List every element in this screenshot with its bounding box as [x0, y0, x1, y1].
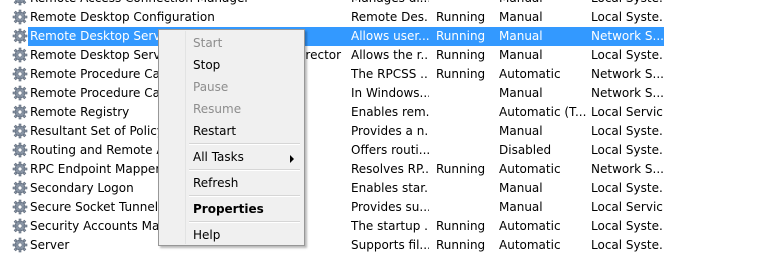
- service-description: Resolves RP...: [351, 162, 429, 176]
- service-row[interactable]: Secondary Logon Enables star... Manual Loca…: [0, 179, 760, 198]
- submenu-arrow-icon: [290, 155, 294, 163]
- service-gear-icon: [12, 218, 28, 234]
- service-log-on-as: Local Syste...: [591, 10, 663, 24]
- service-description: Manages di...: [351, 0, 429, 6]
- service-description: Enables star...: [351, 181, 429, 195]
- service-gear-icon: [12, 66, 28, 82]
- service-description: Remote Des...: [351, 10, 429, 24]
- service-gear-icon: [12, 85, 28, 101]
- service-description: The startup ...: [351, 219, 429, 233]
- service-log-on-as: Local Service: [591, 105, 663, 119]
- service-log-on-as: Local Syste...: [591, 48, 663, 62]
- service-log-on-as: Local Syste...: [591, 238, 663, 252]
- service-gear-icon: [12, 161, 28, 177]
- service-log-on-as: Local Syste...: [591, 219, 663, 233]
- service-description: In Windows...: [351, 86, 429, 100]
- service-startup-type: Disabled: [499, 143, 552, 157]
- menu-item-resume[interactable]: Resume: [193, 100, 241, 118]
- service-row[interactable]: Security Accounts Manager The startup ...…: [0, 217, 760, 236]
- service-log-on-as: Network S...: [591, 86, 663, 100]
- menu-item-properties[interactable]: Properties: [193, 200, 264, 218]
- service-row[interactable]: Remote Registry Enables rem... Automatic (…: [0, 103, 760, 122]
- service-description: The RPCSS ...: [351, 67, 429, 81]
- service-status: Running: [436, 10, 486, 24]
- service-status: Running: [436, 29, 486, 43]
- service-description: Allows user...: [351, 29, 429, 43]
- context-menu: Start Stop Pause Resume Restart All Task…: [158, 29, 305, 246]
- service-description: Allows the r...: [351, 48, 429, 62]
- menu-separator: [189, 195, 300, 197]
- service-row[interactable]: Remote Desktop Services UserMode Port Re…: [0, 46, 760, 65]
- services-list: Remote Access Connection ManagerManages …: [0, 0, 760, 255]
- service-description: Supports fil...: [351, 238, 429, 252]
- service-description: Enables rem...: [351, 105, 429, 119]
- service-startup-type: Automatic (T...: [499, 105, 587, 119]
- service-row[interactable]: Secure Socket Tunneling Protocol Service…: [0, 198, 760, 217]
- menu-item-restart[interactable]: Restart: [193, 122, 236, 140]
- service-description: Offers routi...: [351, 143, 429, 157]
- service-log-on-as: Network S...: [591, 67, 663, 81]
- service-row[interactable]: Remote Access Connection ManagerManages …: [0, 0, 760, 8]
- service-log-on-as: Local Syste...: [591, 181, 663, 195]
- service-row[interactable]: Remote Desktop Configuration Remote Des..…: [0, 8, 760, 27]
- service-log-on-as: Local Service: [591, 200, 663, 214]
- service-gear-icon: [12, 0, 28, 6]
- service-description: Provides su...: [351, 200, 429, 214]
- service-row[interactable]: Remote Desktop Services Allows user... Run…: [0, 27, 760, 46]
- service-row[interactable]: RPC Endpoint Mapper Resolves RP... Running…: [0, 160, 760, 179]
- menu-item-start[interactable]: Start: [193, 34, 222, 52]
- service-status: Running: [436, 238, 486, 252]
- service-startup-type: Manual: [499, 10, 543, 24]
- service-row[interactable]: Remote Procedure Call (RPC) Locator In Wi…: [0, 84, 760, 103]
- service-startup-type: Manual: [499, 29, 543, 43]
- service-log-on-as: Network S...: [591, 29, 663, 43]
- service-startup-type: Manual: [499, 124, 543, 138]
- service-startup-type: Manual: [499, 200, 543, 214]
- menu-separator: [189, 143, 300, 145]
- service-row[interactable]: Remote Procedure Call (RPC) The RPCSS ...…: [0, 65, 760, 84]
- service-name: Remote Access Connection Manager: [30, 0, 348, 6]
- service-gear-icon: [12, 9, 28, 25]
- menu-item-pause[interactable]: Pause: [193, 78, 228, 96]
- service-gear-icon: [12, 28, 28, 44]
- service-log-on-as: Local Syste...: [591, 124, 663, 138]
- menu-item-all-tasks[interactable]: All Tasks: [193, 148, 244, 166]
- service-gear-icon: [12, 237, 28, 253]
- service-status: Running: [436, 67, 486, 81]
- menu-gutter: [185, 31, 186, 244]
- service-startup-type: Automatic: [499, 238, 561, 252]
- service-startup-type: Automatic: [499, 67, 561, 81]
- service-gear-icon: [12, 47, 28, 63]
- service-startup-type: Manual: [499, 181, 543, 195]
- service-name: Remote Desktop Configuration: [30, 10, 215, 24]
- service-description: Provides a n...: [351, 124, 429, 138]
- menu-separator: [189, 169, 300, 171]
- service-status: Running: [436, 219, 486, 233]
- service-startup-type: Automatic: [499, 162, 561, 176]
- service-gear-icon: [12, 180, 28, 196]
- menu-item-refresh[interactable]: Refresh: [193, 174, 238, 192]
- service-log-on-as: Local Syste...: [591, 143, 663, 157]
- service-row[interactable]: Resultant Set of Policy Provider Provides…: [0, 122, 760, 141]
- service-row[interactable]: Routing and Remote Access Offers routi...…: [0, 141, 760, 160]
- service-log-on-as: Local Syste...: [591, 0, 663, 6]
- service-startup-type: Manual: [499, 0, 587, 6]
- menu-item-help[interactable]: Help: [193, 226, 220, 244]
- menu-separator: [189, 221, 300, 223]
- menu-item-stop[interactable]: Stop: [193, 56, 220, 74]
- service-startup-type: Automatic: [499, 219, 561, 233]
- service-log-on-as: Network S...: [591, 162, 663, 176]
- service-gear-icon: [12, 199, 28, 215]
- service-gear-icon: [12, 142, 28, 158]
- service-startup-type: Manual: [499, 86, 543, 100]
- service-status: Running: [436, 162, 486, 176]
- service-gear-icon: [12, 104, 28, 120]
- service-status: Running: [436, 48, 486, 62]
- service-startup-type: Manual: [499, 48, 543, 62]
- service-row[interactable]: Server Supports fil... Running Automatic Loc…: [0, 236, 760, 255]
- service-gear-icon: [12, 123, 28, 139]
